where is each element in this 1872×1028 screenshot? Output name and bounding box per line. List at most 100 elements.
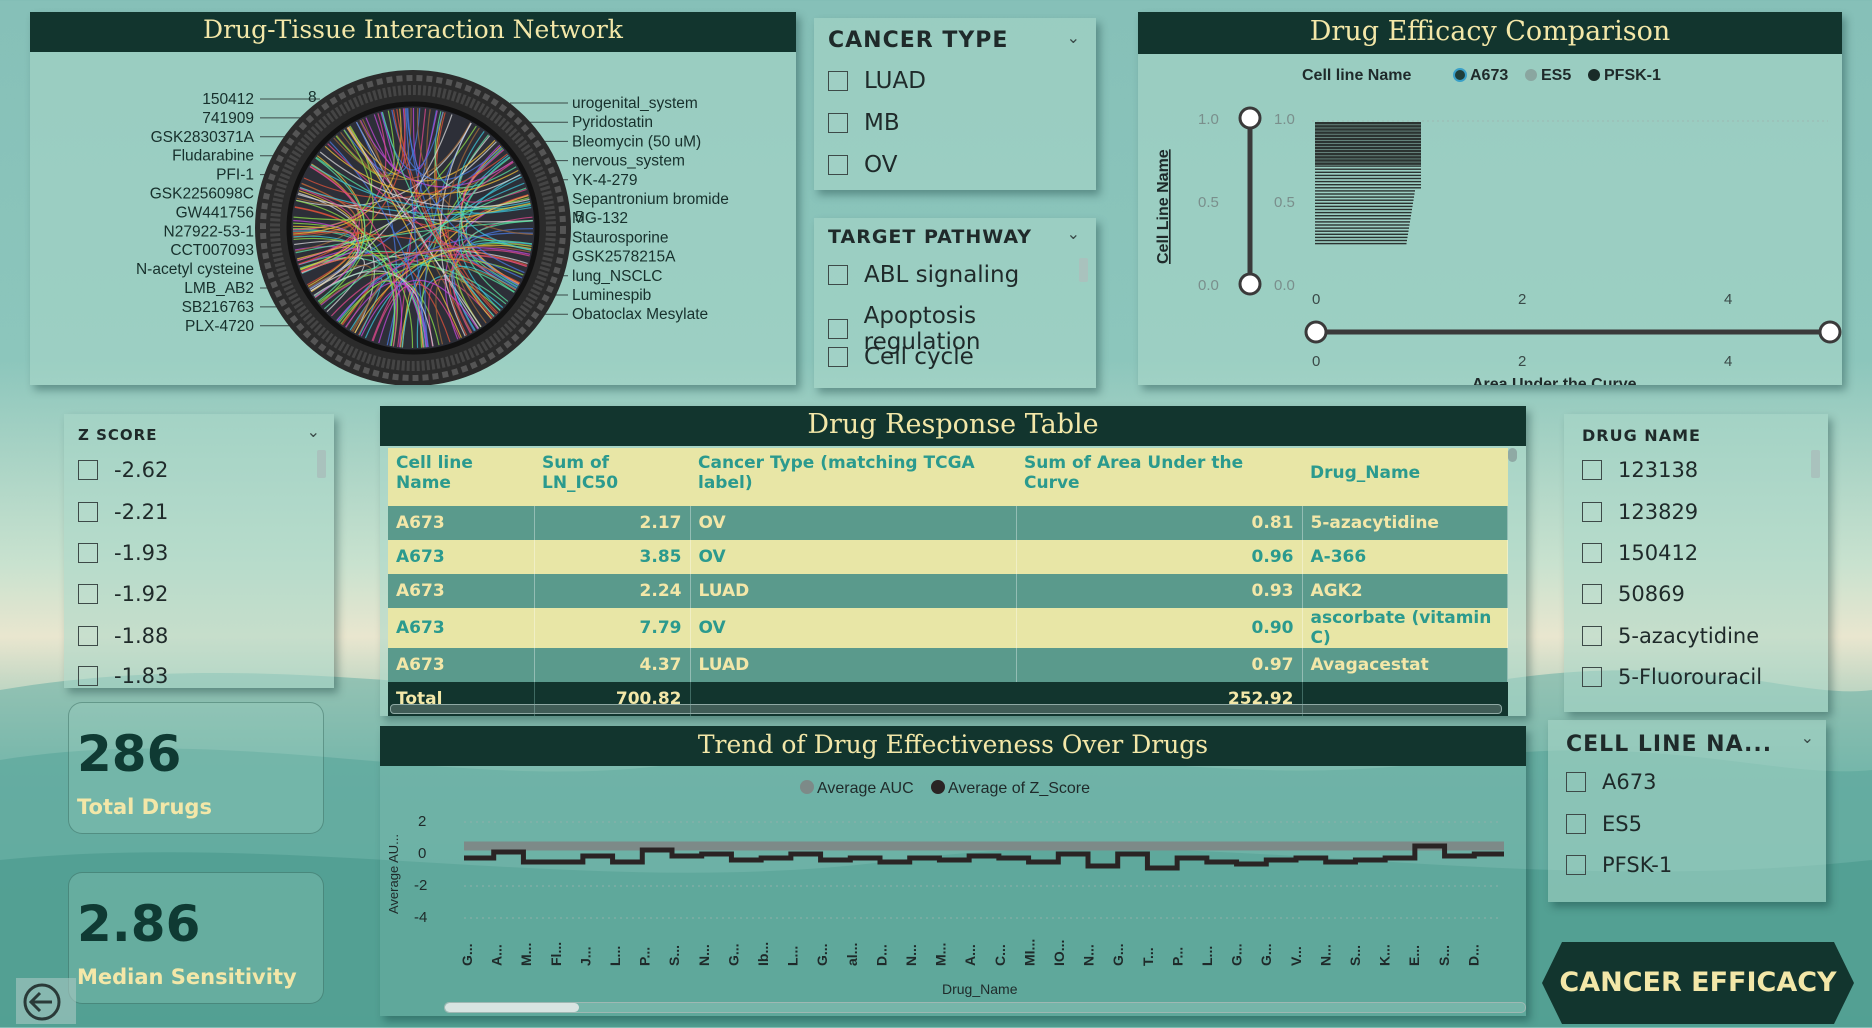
checkbox[interactable] [1582, 543, 1602, 563]
column-header[interactable]: Drug_Name [1302, 448, 1508, 498]
checkbox[interactable] [78, 584, 98, 604]
scrollbar[interactable] [1508, 448, 1517, 462]
checkbox[interactable] [1582, 667, 1602, 687]
efficacy-bar[interactable] [1315, 134, 1421, 137]
cell-line-option[interactable]: A673 [1566, 770, 1656, 794]
efficacy-bar[interactable] [1315, 196, 1414, 198]
chevron-down-icon[interactable]: ⌄ [1067, 224, 1080, 243]
efficacy-bar[interactable] [1315, 149, 1421, 153]
chevron-down-icon[interactable]: ⌄ [1801, 728, 1814, 747]
efficacy-bar[interactable] [1315, 215, 1411, 217]
efficacy-bar[interactable] [1315, 236, 1408, 239]
chevron-down-icon[interactable]: ⌄ [307, 422, 320, 441]
efficacy-bar[interactable] [1315, 153, 1421, 156]
efficacy-bar[interactable] [1315, 131, 1421, 134]
checkbox[interactable] [1566, 814, 1586, 834]
checkbox[interactable] [828, 319, 848, 339]
checkbox[interactable] [828, 71, 848, 91]
efficacy-chart[interactable]: Cell line Name A673 ES5 PFSK-1 Cell Line… [1138, 54, 1842, 385]
efficacy-bar[interactable] [1315, 230, 1409, 232]
efficacy-bar[interactable] [1315, 218, 1411, 220]
cell-line-option[interactable]: PFSK-1 [1566, 853, 1672, 877]
checkbox[interactable] [78, 626, 98, 646]
efficacy-bar[interactable] [1315, 224, 1410, 226]
checkbox[interactable] [1582, 502, 1602, 522]
cancer-type-option[interactable]: MB [828, 110, 900, 136]
drug-name-option[interactable]: 123138 [1582, 458, 1698, 482]
efficacy-bar[interactable] [1315, 242, 1407, 245]
efficacy-bar[interactable] [1315, 199, 1414, 201]
efficacy-bar[interactable] [1315, 168, 1421, 170]
efficacy-bar[interactable] [1315, 156, 1421, 159]
table-row[interactable]: A673 2.24 LUAD 0.93 AGK2 [388, 574, 1508, 608]
checkbox[interactable] [1582, 626, 1602, 646]
scrollbar[interactable] [1811, 450, 1820, 478]
efficacy-bar[interactable] [1315, 193, 1415, 195]
zscore-option[interactable]: -2.21 [78, 500, 168, 524]
zscore-option[interactable]: -1.93 [78, 541, 168, 565]
checkbox[interactable] [828, 347, 848, 367]
efficacy-bar[interactable] [1315, 187, 1421, 189]
column-header[interactable]: Cancer Type (matching TCGA label) [690, 448, 1016, 498]
zscore-option[interactable]: -2.62 [78, 458, 168, 482]
zscore-option[interactable]: -1.92 [78, 582, 168, 606]
checkbox[interactable] [78, 460, 98, 480]
checkbox[interactable] [828, 113, 848, 133]
efficacy-bar[interactable] [1315, 233, 1408, 235]
cancer-type-option[interactable]: OV [828, 152, 897, 178]
horizontal-scrollbar[interactable] [444, 1002, 1526, 1013]
table-row[interactable]: A673 2.17 OV 0.81 5-azacytidine [388, 506, 1508, 540]
efficacy-bar[interactable] [1315, 125, 1421, 128]
chevron-down-icon[interactable]: ⌄ [1067, 28, 1080, 47]
scrollbar[interactable] [1079, 258, 1088, 282]
efficacy-bar[interactable] [1315, 208, 1412, 211]
efficacy-bar[interactable] [1315, 211, 1412, 214]
column-header[interactable]: Sum of Area Under the Curve [1016, 448, 1302, 498]
trend-chart[interactable]: Average AUC Average of Z_Score Average A… [380, 766, 1526, 1016]
drug-name-option[interactable]: 123829 [1582, 500, 1698, 524]
back-button[interactable] [16, 978, 76, 1024]
efficacy-bar[interactable] [1315, 221, 1410, 223]
checkbox[interactable] [828, 265, 848, 285]
target-pathway-option[interactable]: Cell cycle [828, 344, 974, 370]
efficacy-bar[interactable] [1315, 202, 1413, 204]
checkbox[interactable] [1582, 460, 1602, 480]
efficacy-bar[interactable] [1315, 159, 1421, 162]
slider-handle[interactable] [1238, 272, 1262, 296]
zscore-option[interactable]: -1.83 [78, 665, 168, 687]
slider-handle[interactable] [1238, 106, 1262, 130]
cancer-efficacy-button[interactable]: CANCER EFFICACY [1542, 942, 1854, 1024]
scrollbar-thumb[interactable] [445, 1003, 579, 1012]
checkbox[interactable] [1566, 772, 1586, 792]
efficacy-bar[interactable] [1315, 128, 1421, 131]
efficacy-bar[interactable] [1315, 177, 1421, 180]
efficacy-bar[interactable] [1315, 137, 1421, 141]
checkbox[interactable] [78, 666, 98, 686]
table-row[interactable]: A673 3.85 OV 0.96 A-366 [388, 540, 1508, 574]
table-row[interactable]: A673 7.79 OV 0.90 ascorbate (vitamin C) [388, 608, 1508, 648]
table-row[interactable]: A673 4.37 LUAD 0.97 Avagacestat [388, 648, 1508, 682]
scrollbar[interactable] [317, 450, 326, 478]
cancer-type-option[interactable]: LUAD [828, 68, 926, 94]
efficacy-bar[interactable] [1315, 165, 1421, 167]
efficacy-bar[interactable] [1315, 205, 1413, 208]
efficacy-bar[interactable] [1315, 171, 1421, 173]
checkbox[interactable] [78, 543, 98, 563]
checkbox[interactable] [828, 155, 848, 175]
drug-name-option[interactable]: 150412 [1582, 541, 1698, 565]
efficacy-bar[interactable] [1315, 122, 1421, 125]
drug-name-option[interactable]: 5-azacytidine [1582, 624, 1759, 648]
efficacy-bar[interactable] [1315, 184, 1421, 186]
checkbox[interactable] [78, 502, 98, 522]
efficacy-bar[interactable] [1315, 180, 1421, 183]
zscore-option[interactable]: -1.88 [78, 624, 168, 648]
efficacy-bar[interactable] [1315, 239, 1407, 242]
efficacy-bar[interactable] [1315, 190, 1415, 192]
column-header[interactable]: Sum of LN_IC50 [534, 448, 690, 498]
checkbox[interactable] [1582, 584, 1602, 604]
checkbox[interactable] [1566, 855, 1586, 875]
slider-handle[interactable] [1818, 320, 1842, 344]
horizontal-scrollbar[interactable] [390, 704, 1502, 714]
slider-handle[interactable] [1304, 320, 1328, 344]
target-pathway-option[interactable]: ABL signaling [828, 262, 1019, 288]
